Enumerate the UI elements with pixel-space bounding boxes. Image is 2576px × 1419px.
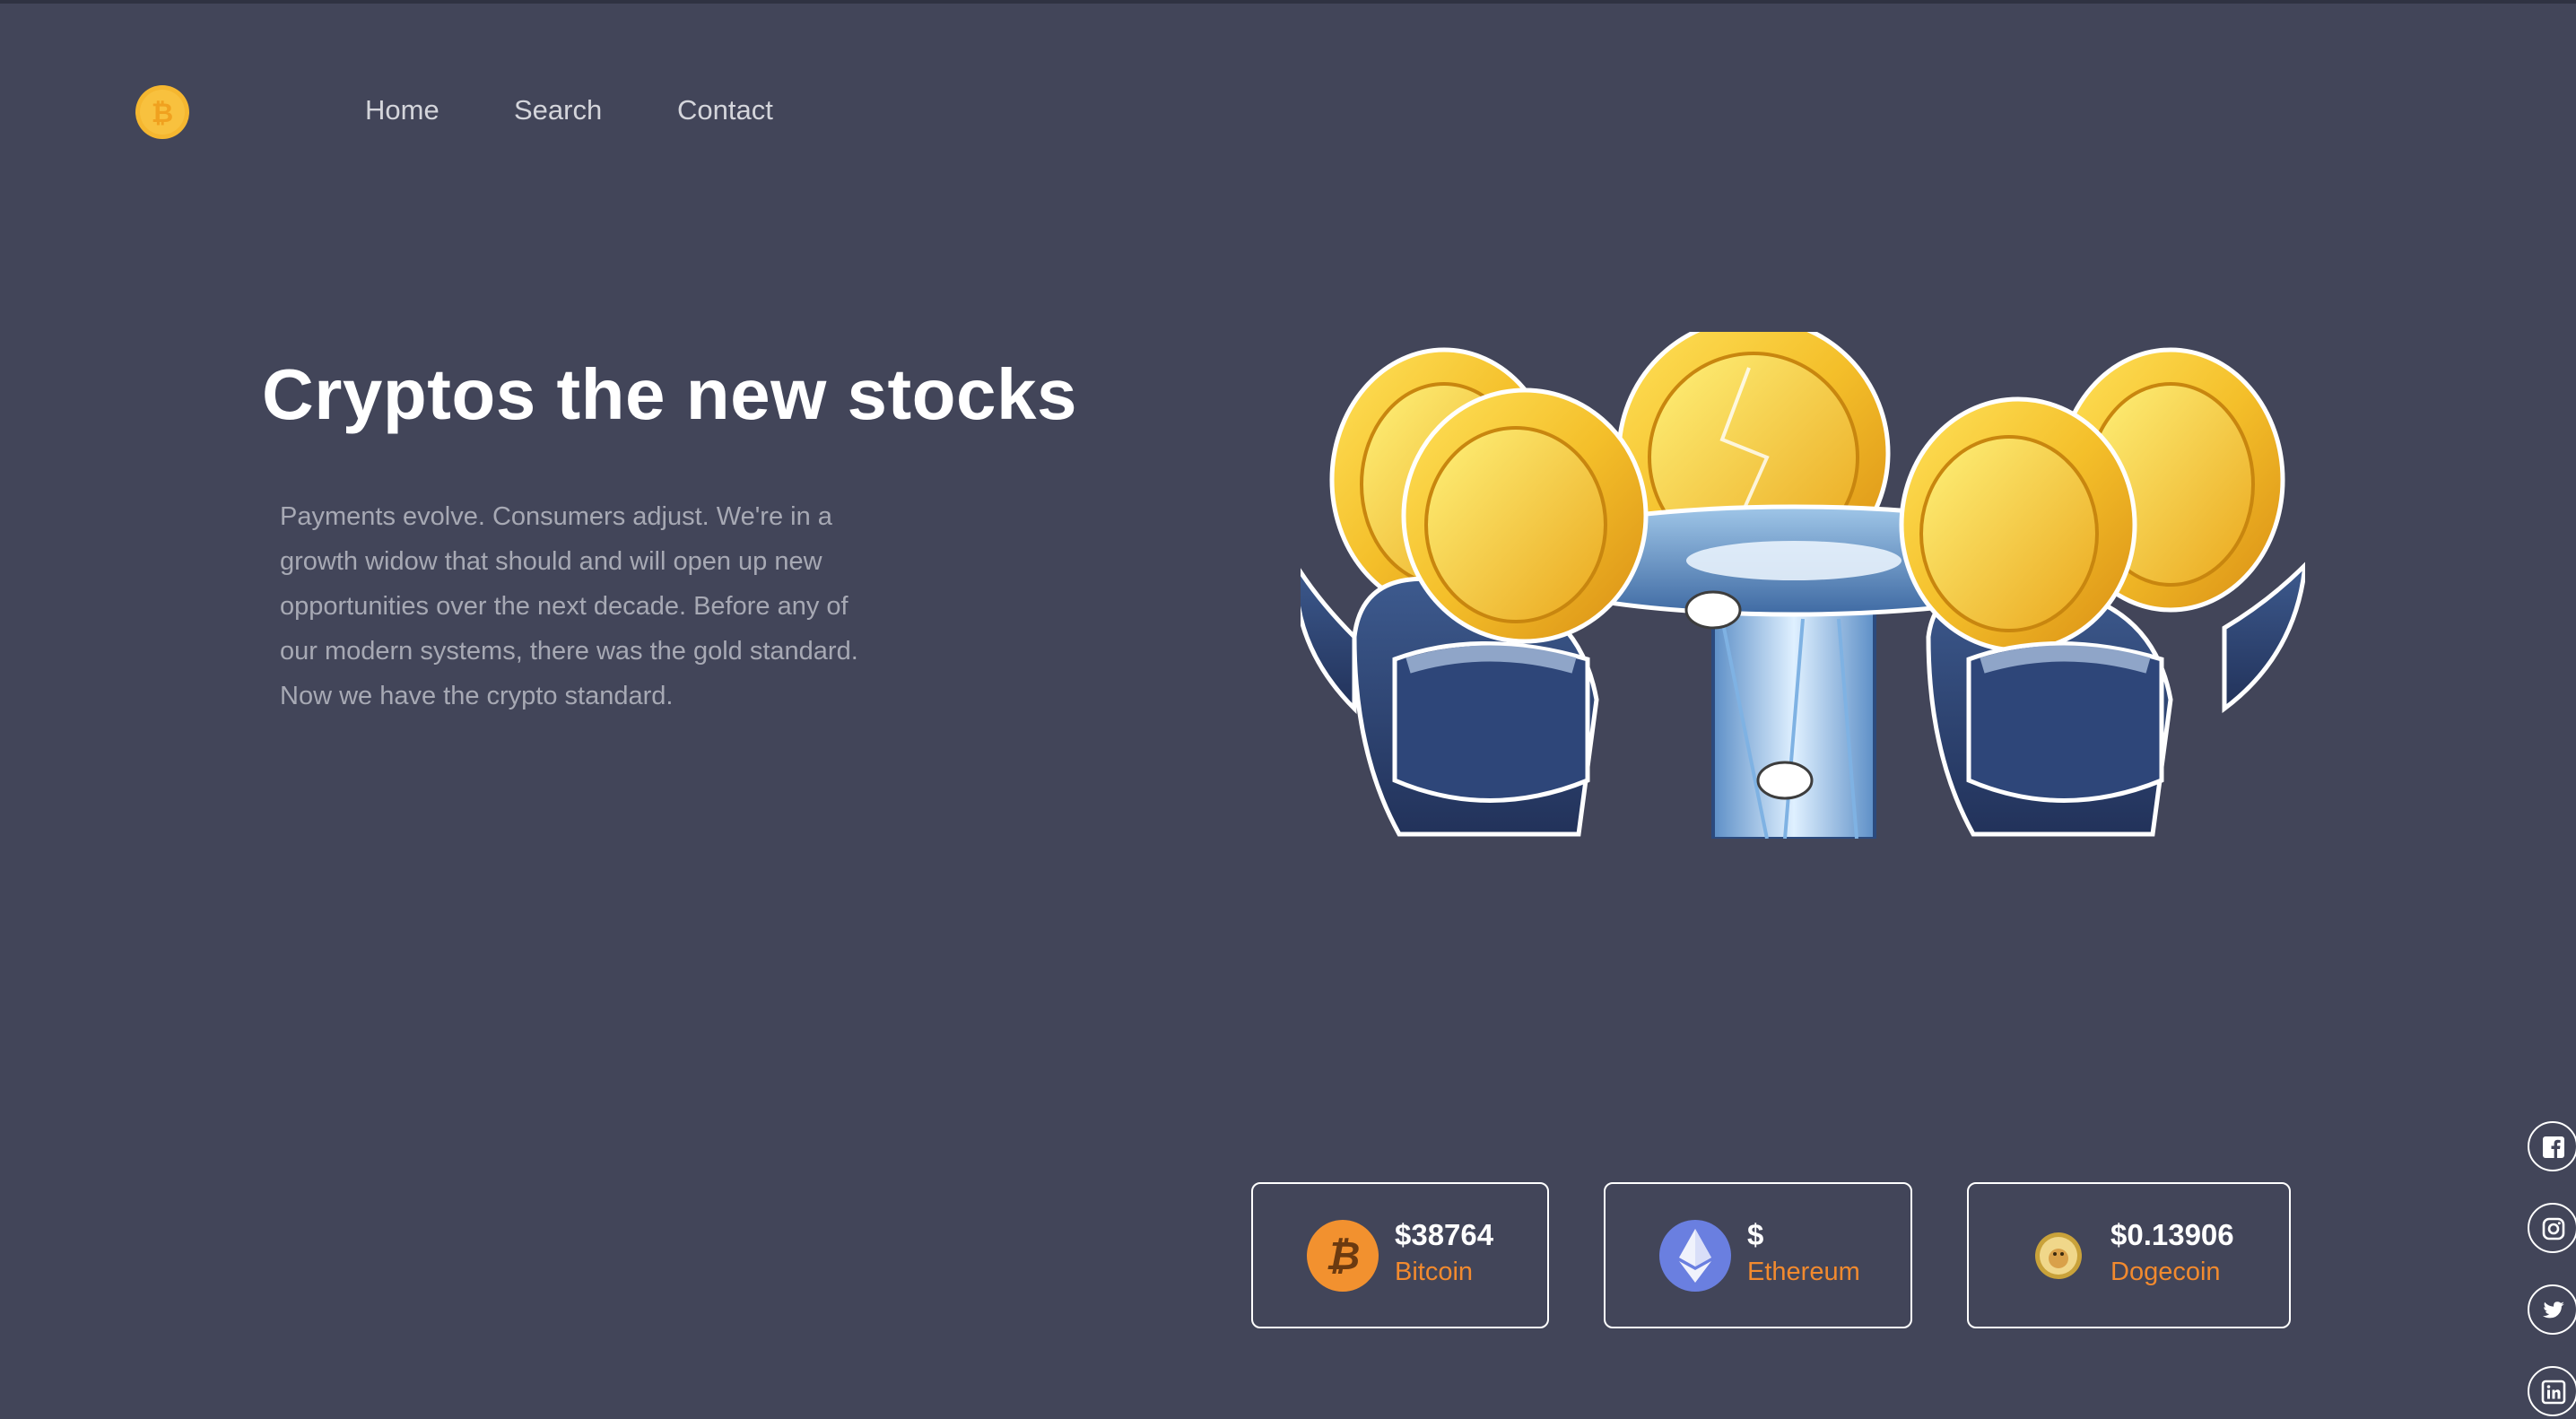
coin-name: Ethereum	[1747, 1258, 1860, 1286]
coin-price: $38764	[1395, 1218, 1494, 1251]
nav-home-link[interactable]: Home	[365, 94, 439, 126]
coin-name: Bitcoin	[1395, 1258, 1474, 1286]
linkedin-button[interactable]	[2528, 1366, 2576, 1416]
coin-card-dogecoin[interactable]: $0.13906 Dogecoin	[1967, 1182, 2291, 1328]
bitcoin-icon: ₿	[1307, 1220, 1379, 1292]
instagram-icon	[2542, 1217, 2565, 1241]
coins-at-table-illustration	[1301, 332, 2305, 839]
dogecoin-icon	[2035, 1232, 2082, 1279]
twitter-icon	[2543, 1301, 2564, 1319]
linkedin-icon	[2541, 1380, 2566, 1405]
ethereum-icon	[1659, 1220, 1731, 1292]
facebook-button[interactable]	[2528, 1121, 2576, 1171]
coin-price: $	[1747, 1218, 1764, 1251]
svg-text:₿: ₿	[1326, 1234, 1361, 1278]
nav-search-link[interactable]: Search	[514, 94, 602, 126]
bitcoin-logo-icon[interactable]: ₿	[135, 84, 190, 140]
top-border	[0, 0, 2576, 4]
hero-description: Payments evolve. Consumers adjust. We're…	[280, 502, 858, 710]
coin-price: $0.13906	[2110, 1218, 2234, 1251]
twitter-button[interactable]	[2528, 1284, 2576, 1335]
nav-contact-link[interactable]: Contact	[677, 94, 773, 126]
coin-name: Dogecoin	[2110, 1258, 2221, 1286]
svg-text:₿: ₿	[152, 99, 173, 128]
coin-card-bitcoin[interactable]: ₿ $38764 Bitcoin	[1251, 1182, 1549, 1328]
facebook-icon	[2543, 1136, 2564, 1158]
coin-card-ethereum[interactable]: $ Ethereum	[1604, 1182, 1912, 1328]
hero-title: Cryptos the new stocks	[262, 354, 1078, 434]
instagram-button[interactable]	[2528, 1203, 2576, 1253]
